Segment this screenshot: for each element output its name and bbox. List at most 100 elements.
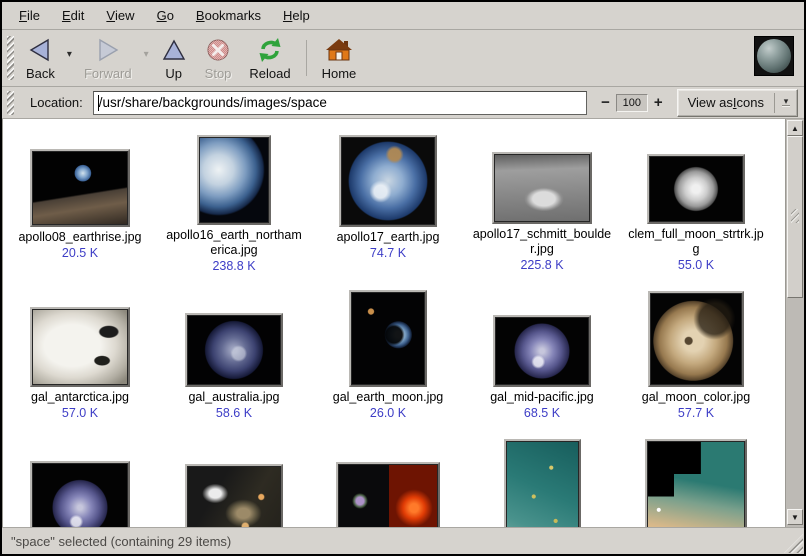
back-button[interactable]: Back (17, 32, 64, 84)
file-size: 20.5 K (62, 246, 98, 261)
stop-label: Stop (205, 66, 232, 81)
file-thumbnail[interactable] (339, 135, 437, 227)
file-thumbnail[interactable] (648, 291, 744, 387)
file-item[interactable] (465, 439, 619, 527)
menu-view[interactable]: View (95, 2, 145, 29)
file-item[interactable]: apollo08_earthrise.jpg20.5 K (3, 135, 157, 273)
arrow-up-icon: ▲ (791, 124, 799, 133)
location-path: /usr/share/backgrounds/images/space (99, 95, 327, 110)
file-item[interactable]: gal_australia.jpg58.6 K (157, 289, 311, 421)
status-bar: "space" selected (containing 29 items) (2, 527, 804, 554)
file-thumbnail[interactable] (336, 462, 440, 527)
throbber (754, 36, 794, 76)
file-name[interactable]: gal_moon_color.jpg (642, 390, 750, 405)
location-input[interactable]: /usr/share/backgrounds/images/space (93, 91, 587, 115)
file-item[interactable]: apollo17_schmitt_boulder.jpg225.8 K (465, 135, 619, 273)
thumbnail-area (30, 135, 130, 227)
back-label: Back (26, 66, 55, 81)
menu-bookmarks[interactable]: Bookmarks (185, 2, 272, 29)
file-thumbnail[interactable] (645, 439, 747, 527)
file-thumbnail[interactable] (493, 315, 591, 387)
file-name[interactable]: apollo16_earth_northamerica.jpg (163, 228, 305, 258)
icon-row: apollo08_earthrise.jpg20.5 Kapollo16_ear… (3, 119, 785, 273)
back-icon (27, 35, 53, 65)
file-item[interactable] (619, 439, 773, 527)
back-history-dropdown[interactable]: ▾ (64, 36, 75, 72)
scroll-up-button[interactable]: ▲ (787, 120, 803, 136)
chevron-down-icon: ▾ (67, 49, 72, 60)
up-button[interactable]: Up (152, 32, 196, 84)
file-item[interactable]: gal_moon_color.jpg57.7 K (619, 289, 773, 421)
file-item[interactable]: gal_mid-pacific.jpg68.5 K (465, 289, 619, 421)
forward-history-dropdown[interactable]: ▾ (141, 36, 152, 72)
file-name[interactable]: gal_earth_moon.jpg (333, 390, 444, 405)
file-name[interactable]: gal_mid-pacific.jpg (490, 390, 594, 405)
file-name[interactable]: gal_australia.jpg (188, 390, 279, 405)
location-bar-drag-handle[interactable] (7, 91, 14, 115)
up-icon (161, 35, 187, 65)
menu-go[interactable]: Go (146, 2, 185, 29)
file-name[interactable]: apollo17_schmitt_boulder.jpg (471, 227, 613, 257)
menu-edit[interactable]: Edit (51, 2, 95, 29)
status-text: "space" selected (containing 29 items) (11, 534, 231, 549)
menu-file[interactable]: File (8, 2, 51, 29)
file-manager-window: FileEditViewGoBookmarksHelp Back ▾ Forwa… (0, 0, 806, 556)
thumbnail-area (30, 289, 130, 387)
forward-icon (95, 35, 121, 65)
file-item[interactable]: gal_earth_moon.jpg26.0 K (311, 289, 465, 421)
thumbnail-area (492, 135, 592, 224)
file-item[interactable] (311, 439, 465, 527)
file-item[interactable]: clem_full_moon_strtrk.jpg55.0 K (619, 135, 773, 273)
stop-button[interactable]: Stop (196, 32, 241, 84)
file-item[interactable]: apollo16_earth_northamerica.jpg238.8 K (157, 135, 311, 273)
scrollbar-thumb[interactable] (787, 136, 803, 298)
toolbar: Back ▾ Forward ▾ Up (2, 30, 804, 87)
file-item[interactable] (3, 439, 157, 527)
file-item[interactable] (157, 439, 311, 527)
menu-help[interactable]: Help (272, 2, 321, 29)
zoom-out-button[interactable]: − (595, 94, 616, 111)
file-name[interactable]: gal_antarctica.jpg (31, 390, 129, 405)
file-thumbnail[interactable] (30, 307, 130, 387)
view-as-dropdown[interactable]: View as Icons ▾ (677, 89, 798, 117)
file-item[interactable]: gal_antarctica.jpg57.0 K (3, 289, 157, 421)
arrow-down-icon: ▼ (791, 513, 799, 522)
file-thumbnail[interactable] (30, 149, 130, 227)
vertical-scrollbar[interactable]: ▲ ▼ (785, 119, 804, 527)
zoom-level-indicator: 100 (616, 94, 648, 112)
icon-row: gal_antarctica.jpg57.0 Kgal_australia.jp… (3, 273, 785, 421)
resize-grip[interactable] (784, 534, 803, 553)
file-thumbnail[interactable] (185, 464, 283, 527)
file-thumbnail[interactable] (197, 135, 271, 225)
file-thumbnail[interactable] (492, 152, 592, 224)
folder-view: apollo08_earthrise.jpg20.5 Kapollo16_ear… (2, 119, 804, 527)
home-label: Home (322, 66, 357, 81)
location-label: Location: (30, 95, 83, 110)
file-size: 26.0 K (370, 406, 406, 421)
thumbnail-area (339, 135, 437, 227)
file-thumbnail[interactable] (30, 461, 130, 527)
zoom-in-button[interactable]: + (648, 94, 669, 111)
thumbnail-area (645, 439, 747, 527)
forward-button[interactable]: Forward (75, 32, 141, 84)
file-size: 225.8 K (520, 258, 563, 273)
thumbnail-area (185, 439, 283, 527)
file-item[interactable]: apollo17_earth.jpg74.7 K (311, 135, 465, 273)
file-name[interactable]: clem_full_moon_strtrk.jpg (625, 227, 767, 257)
reload-icon (256, 35, 284, 65)
up-label: Up (165, 66, 182, 81)
file-thumbnail[interactable] (504, 439, 581, 527)
scroll-down-button[interactable]: ▼ (787, 509, 803, 525)
reload-label: Reload (249, 66, 290, 81)
location-bar: Location: /usr/share/backgrounds/images/… (2, 87, 804, 119)
toolbar-drag-handle[interactable] (7, 36, 14, 80)
icon-grid: apollo08_earthrise.jpg20.5 Kapollo16_ear… (3, 119, 785, 527)
file-name[interactable]: apollo17_earth.jpg (337, 230, 440, 245)
file-thumbnail[interactable] (647, 154, 745, 224)
file-name[interactable]: apollo08_earthrise.jpg (18, 230, 141, 245)
icon-row (3, 421, 785, 527)
home-button[interactable]: Home (313, 32, 366, 84)
reload-button[interactable]: Reload (240, 32, 299, 84)
file-thumbnail[interactable] (185, 313, 283, 387)
file-thumbnail[interactable] (349, 290, 427, 387)
